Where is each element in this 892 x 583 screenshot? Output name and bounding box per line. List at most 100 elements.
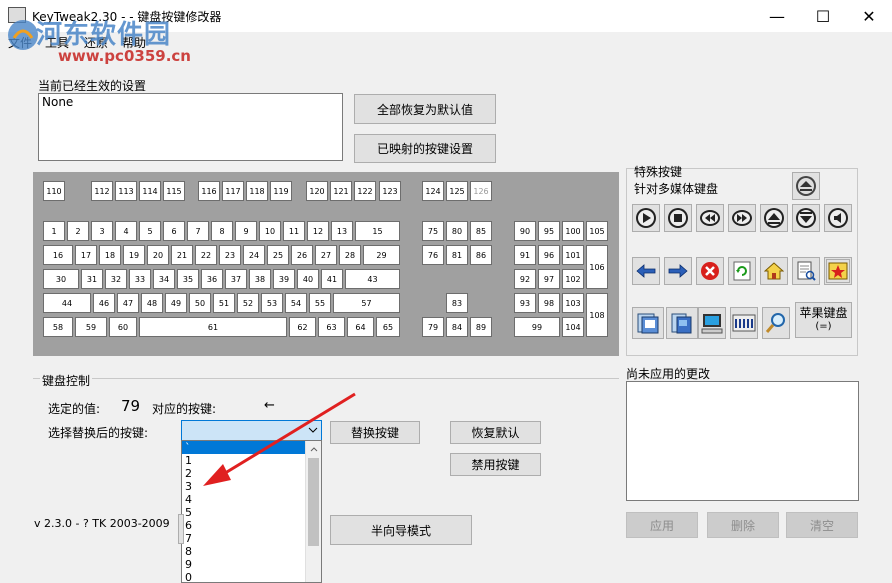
keyboard-key[interactable]: 63 — [318, 317, 345, 337]
home-icon[interactable] — [760, 257, 788, 285]
fast-forward-icon[interactable] — [728, 204, 756, 232]
keyboard-key[interactable]: 59 — [75, 317, 107, 337]
keyboard-key[interactable]: 81 — [446, 245, 468, 265]
keyboard-key[interactable]: 122 — [354, 181, 376, 201]
keyboard-key[interactable]: 99 — [514, 317, 560, 337]
keyboard-key[interactable]: 23 — [219, 245, 241, 265]
keyboard-key[interactable]: 10 — [259, 221, 281, 241]
keyboard-key[interactable]: 44 — [43, 293, 91, 313]
my-computer-icon[interactable] — [698, 307, 726, 339]
keyboard-key[interactable]: 84 — [446, 317, 468, 337]
keyboard-key[interactable]: 90 — [514, 221, 536, 241]
keyboard-key[interactable]: 64 — [347, 317, 374, 337]
keyboard-key[interactable]: 126 — [470, 181, 492, 201]
keyboard-key[interactable]: 119 — [270, 181, 292, 201]
keyboard-key[interactable]: 61 — [139, 317, 287, 337]
keyboard-key[interactable]: 101 — [562, 245, 584, 265]
keyboard-key[interactable]: 58 — [43, 317, 73, 337]
keyboard-key[interactable]: 46 — [93, 293, 115, 313]
restore-default-button[interactable]: 恢复默认 — [450, 421, 541, 444]
calculator-icon[interactable] — [730, 307, 758, 339]
search-icon[interactable] — [762, 307, 790, 339]
dropdown-option[interactable]: 6 — [182, 519, 321, 532]
keyboard-key[interactable]: 100 — [562, 221, 584, 241]
mapped-keys-button[interactable]: 已映射的按键设置 — [354, 134, 496, 163]
keyboard-key[interactable]: 52 — [237, 293, 259, 313]
close-button[interactable]: ✕ — [846, 0, 892, 32]
keyboard-key[interactable]: 93 — [514, 293, 536, 313]
keyboard-key[interactable]: 50 — [189, 293, 211, 313]
search-page-icon[interactable] — [792, 257, 820, 285]
rewind-icon[interactable] — [696, 204, 724, 232]
keyboard-key[interactable]: 12 — [307, 221, 329, 241]
stop-page-icon[interactable] — [696, 257, 724, 285]
volume-down-icon[interactable] — [792, 204, 820, 232]
keyboard-key[interactable]: 36 — [201, 269, 223, 289]
play-icon[interactable] — [632, 204, 660, 232]
keyboard-key[interactable]: 27 — [315, 245, 337, 265]
restore-all-button[interactable]: 全部恢复为默认值 — [354, 94, 496, 124]
keyboard-key[interactable]: 108 — [586, 293, 608, 337]
keyboard-key[interactable]: 53 — [261, 293, 283, 313]
delete-button[interactable]: 删除 — [707, 512, 779, 538]
keyboard-key[interactable]: 34 — [153, 269, 175, 289]
keyboard-key[interactable]: 57 — [333, 293, 400, 313]
keyboard-key[interactable]: 8 — [211, 221, 233, 241]
keyboard-key[interactable]: 30 — [43, 269, 79, 289]
keyboard-key[interactable]: 121 — [330, 181, 352, 201]
keyboard-key[interactable]: 85 — [470, 221, 492, 241]
keyboard-key[interactable]: 96 — [538, 245, 560, 265]
keyboard-key[interactable]: 2 — [67, 221, 89, 241]
keyboard-key[interactable]: 3 — [91, 221, 113, 241]
mute-icon[interactable] — [824, 204, 852, 232]
keyboard-key[interactable]: 104 — [562, 317, 584, 337]
keyboard-key[interactable]: 4 — [115, 221, 137, 241]
keyboard-key[interactable]: 106 — [586, 245, 608, 289]
keyboard-key[interactable]: 28 — [339, 245, 361, 265]
refresh-icon[interactable] — [728, 257, 756, 285]
keyboard-key[interactable]: 37 — [225, 269, 247, 289]
keyboard-key[interactable]: 43 — [345, 269, 400, 289]
keyboard-key[interactable]: 38 — [249, 269, 271, 289]
keyboard-key[interactable]: 6 — [163, 221, 185, 241]
keyboard-key[interactable]: 65 — [376, 317, 400, 337]
keyboard-key[interactable]: 105 — [586, 221, 608, 241]
keyboard-key[interactable]: 113 — [115, 181, 137, 201]
keyboard-key[interactable]: 80 — [446, 221, 468, 241]
keyboard-key[interactable]: 21 — [171, 245, 193, 265]
mail-app-icon[interactable] — [632, 307, 664, 339]
apply-button[interactable]: 应用 — [626, 512, 698, 538]
half-wizard-button[interactable]: 半向导模式 — [330, 515, 472, 545]
keyboard-key[interactable]: 33 — [129, 269, 151, 289]
keyboard-key[interactable]: 41 — [321, 269, 343, 289]
pending-changes-box[interactable] — [626, 381, 859, 501]
keyboard-key[interactable]: 92 — [514, 269, 536, 289]
keyboard-key[interactable]: 102 — [562, 269, 584, 289]
keyboard-key[interactable]: 97 — [538, 269, 560, 289]
keyboard-key[interactable]: 75 — [422, 221, 444, 241]
disable-key-button[interactable]: 禁用按键 — [450, 453, 541, 476]
dropdown-option[interactable]: 0 — [182, 571, 321, 582]
dropdown-option[interactable]: 5 — [182, 506, 321, 519]
keyboard-key[interactable]: 120 — [306, 181, 328, 201]
keyboard-key[interactable]: 89 — [470, 317, 492, 337]
keyboard-key[interactable]: 9 — [235, 221, 257, 241]
keyboard-key[interactable]: 31 — [81, 269, 103, 289]
keyboard-key[interactable]: 49 — [165, 293, 187, 313]
keyboard-key[interactable]: 91 — [514, 245, 536, 265]
keyboard-key[interactable]: 54 — [285, 293, 307, 313]
dropdown-option[interactable]: 4 — [182, 493, 321, 506]
stop-icon[interactable] — [664, 204, 692, 232]
clear-button[interactable]: 清空 — [786, 512, 858, 538]
maximize-button[interactable]: ☐ — [800, 0, 846, 32]
keyboard-key[interactable]: 117 — [222, 181, 244, 201]
current-settings-box[interactable]: None — [38, 93, 343, 161]
keyboard-key[interactable]: 55 — [309, 293, 331, 313]
apple-keyboard-button[interactable]: 苹果键盘 (=) — [795, 302, 852, 338]
keyboard-key[interactable]: 95 — [538, 221, 560, 241]
hidden-button-edge[interactable] — [178, 514, 184, 544]
keyboard-key[interactable]: 15 — [355, 221, 400, 241]
volume-up-icon[interactable] — [760, 204, 788, 232]
keyboard-key[interactable]: 103 — [562, 293, 584, 313]
keyboard-key[interactable]: 83 — [446, 293, 468, 313]
